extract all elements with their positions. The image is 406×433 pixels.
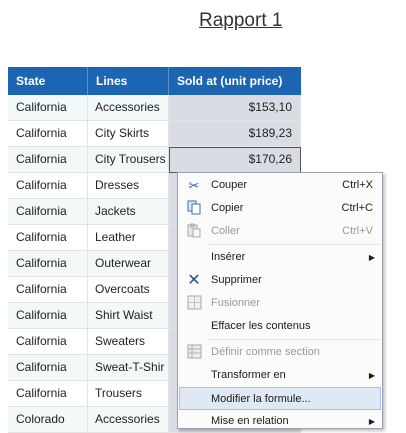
- report-title: Rapport 1: [199, 10, 283, 31]
- cell-state[interactable]: California: [8, 355, 88, 381]
- column-header-lines[interactable]: Lines: [88, 67, 169, 95]
- cell-price-selected[interactable]: $170,26: [169, 147, 301, 173]
- submenu-arrow-icon: ▶: [368, 417, 375, 426]
- submenu-arrow-icon: ▶: [368, 371, 375, 380]
- cell-lines[interactable]: Shirt Waist: [88, 303, 169, 329]
- menu-separator: [208, 339, 380, 340]
- menu-separator: [208, 244, 380, 245]
- section-icon: [185, 344, 203, 361]
- menu-item-label: Fusionner: [211, 297, 260, 309]
- menu-item-label: Insérer: [211, 251, 246, 263]
- cell-price[interactable]: $189,23: [169, 121, 301, 147]
- cell-state[interactable]: California: [8, 277, 88, 303]
- menu-item-effacer-contenus[interactable]: Effacer les contenus: [179, 315, 381, 338]
- cell-state[interactable]: California: [8, 329, 88, 355]
- submenu-arrow-icon: ▶: [368, 253, 375, 262]
- cell-price[interactable]: $153,10: [169, 95, 301, 121]
- column-header-sold-at[interactable]: Sold at (unit price): [169, 67, 301, 95]
- menu-item-mise-en-relation[interactable]: Mise en relation ▶: [179, 410, 381, 433]
- cell-lines[interactable]: Trousers: [88, 381, 169, 407]
- menu-item-label: Effacer les contenus: [211, 320, 311, 332]
- cell-lines[interactable]: Jackets: [88, 199, 169, 225]
- context-menu: ✂ Couper Ctrl+X Copier Ctrl+C Coller Ctr…: [177, 172, 383, 429]
- scissors-icon: ✂: [188, 178, 200, 193]
- table-row[interactable]: California Accessories $153,10: [8, 95, 301, 121]
- cell-state[interactable]: California: [8, 381, 88, 407]
- menu-item-copier[interactable]: Copier Ctrl+C: [179, 197, 381, 220]
- table-row[interactable]: California City Skirts $189,23: [8, 121, 301, 147]
- menu-item-label: Mise en relation: [211, 415, 289, 427]
- paste-icon: [185, 223, 203, 240]
- delete-icon: ✕: [187, 272, 201, 289]
- cell-lines[interactable]: City Trousers: [88, 147, 169, 173]
- table-row[interactable]: California City Trousers $170,26: [8, 147, 301, 173]
- menu-item-fusionner[interactable]: Fusionner: [179, 292, 381, 315]
- menu-item-supprimer[interactable]: ✕ Supprimer: [179, 269, 381, 292]
- cell-state[interactable]: California: [8, 121, 88, 147]
- menu-item-transformer-en[interactable]: Transformer en ▶: [179, 364, 381, 387]
- cell-state[interactable]: California: [8, 303, 88, 329]
- cell-lines[interactable]: Dresses: [88, 173, 169, 199]
- menu-item-shortcut: Ctrl+C: [341, 202, 373, 214]
- cell-state[interactable]: California: [8, 173, 88, 199]
- menu-item-label: Transformer en: [211, 369, 286, 381]
- menu-item-definir-section[interactable]: Définir comme section: [179, 341, 381, 364]
- cell-state[interactable]: California: [8, 147, 88, 173]
- cell-lines[interactable]: City Skirts: [88, 121, 169, 147]
- cell-lines[interactable]: Outerwear: [88, 251, 169, 277]
- cell-lines[interactable]: Leather: [88, 225, 169, 251]
- cell-state[interactable]: California: [8, 251, 88, 277]
- menu-item-couper[interactable]: ✂ Couper Ctrl+X: [179, 174, 381, 197]
- cell-state[interactable]: California: [8, 225, 88, 251]
- cell-lines[interactable]: Overcoats: [88, 277, 169, 303]
- menu-item-shortcut: Ctrl+X: [342, 179, 373, 191]
- cell-lines[interactable]: Sweaters: [88, 329, 169, 355]
- cell-state[interactable]: California: [8, 199, 88, 225]
- menu-item-inserer[interactable]: Insérer ▶: [179, 246, 381, 269]
- cell-state[interactable]: California: [8, 95, 88, 121]
- menu-item-label: Copier: [211, 202, 244, 214]
- menu-item-coller[interactable]: Coller Ctrl+V: [179, 220, 381, 243]
- menu-item-label: Définir comme section: [211, 346, 320, 358]
- menu-item-modifier-formule[interactable]: Modifier la formule...: [179, 387, 381, 410]
- cell-lines[interactable]: Accessories: [88, 407, 169, 433]
- menu-item-label: Supprimer: [211, 274, 262, 286]
- cell-lines[interactable]: Accessories: [88, 95, 169, 121]
- merge-icon: [185, 295, 203, 312]
- cell-lines[interactable]: Sweat-T-Shir: [88, 355, 169, 381]
- menu-item-label: Coller: [211, 225, 240, 237]
- menu-item-label: Couper: [211, 179, 248, 191]
- copy-icon: [185, 200, 203, 217]
- menu-item-label: Modifier la formule...: [211, 393, 311, 405]
- column-header-state[interactable]: State: [8, 67, 88, 95]
- menu-item-shortcut: Ctrl+V: [342, 225, 373, 237]
- cell-state[interactable]: Colorado: [8, 407, 88, 433]
